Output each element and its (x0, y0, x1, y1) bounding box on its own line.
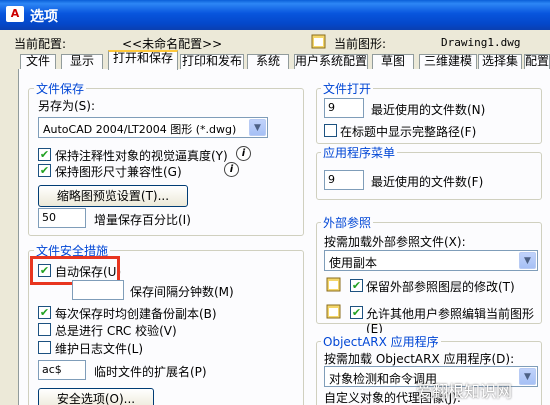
tab-open-save[interactable]: 打开和保存 (108, 50, 178, 70)
incremental-save-input[interactable]: 50 (38, 208, 86, 228)
log-file-checkbox[interactable] (38, 341, 51, 354)
retain-xref-layers-label: 保留外部参照图层的修改(T) (366, 280, 515, 294)
file-save-title: 文件保存 (34, 80, 87, 97)
full-path-label: 在标题中显示完整路径(F) (340, 125, 477, 139)
autosave-minutes-label: 保存间隔分钟数(M) (130, 285, 234, 299)
current-drawing-value: Drawing1.dwg (441, 36, 521, 49)
retain-xref-layers-checkbox[interactable]: ✔ (350, 279, 363, 292)
recent-files-input[interactable]: 9 (324, 98, 364, 118)
save-as-dropdown[interactable]: AutoCAD 2004/LT2004 图形 (*.dwg) ▼ (38, 117, 268, 138)
xref-demand-dropdown[interactable]: 使用副本 ▼ (324, 250, 538, 271)
info-icon[interactable]: i (236, 146, 251, 161)
xref-demand-label: 按需加载外部参照文件(X): (324, 235, 466, 249)
xref-title: 外部参照 (321, 214, 374, 231)
drawing-size-compat-checkbox[interactable]: ✔ (38, 164, 51, 177)
current-profile-label: 当前配置: (14, 37, 67, 51)
objectarx-title: ObjectARX 应用程序 (321, 333, 441, 350)
crc-check-label: 总是进行 CRC 校验(V) (55, 324, 177, 338)
drawing-icon (326, 276, 342, 292)
tab-user-preferences[interactable]: 用户系统配置 (294, 54, 368, 69)
recent-files-label: 最近使用的文件数(N) (371, 103, 486, 117)
drawing-icon (326, 303, 342, 319)
tab-drafting[interactable]: 草图 (372, 54, 414, 69)
allow-refedit-checkbox[interactable]: ✔ (350, 306, 363, 319)
tab-display[interactable]: 显示 (61, 54, 103, 69)
window-title: 选项 (30, 9, 58, 25)
tab-plot-publish[interactable]: 打印和发布 (180, 54, 244, 69)
save-as-label: 另存为(S): (38, 99, 96, 113)
incremental-save-label: 增量保存百分比(I) (94, 213, 191, 227)
app-menu-recent-input[interactable]: 9 (324, 170, 364, 190)
chevron-down-icon: ▼ (519, 252, 536, 269)
annotative-fidelity-checkbox[interactable]: ✔ (38, 148, 51, 161)
tab-selection[interactable]: 选择集 (478, 54, 522, 69)
full-path-checkbox[interactable] (324, 124, 337, 137)
crc-check-checkbox[interactable] (38, 323, 51, 336)
tab-profiles[interactable]: 配置 (524, 54, 550, 69)
backup-copy-checkbox[interactable]: ✔ (38, 306, 51, 319)
info-icon[interactable]: i (224, 162, 239, 177)
temp-extension-label: 临时文件的扩展名(P) (94, 365, 207, 379)
backup-copy-label: 每次保存时均创建备份副本(B) (55, 307, 217, 321)
autosave-minutes-input[interactable] (72, 280, 124, 300)
app-menu-recent-label: 最近使用的文件数(F) (371, 175, 484, 189)
watermark: 爱翻根知识网 (416, 382, 513, 401)
autocad-logo-icon: A (6, 6, 24, 22)
chevron-down-icon: ▼ (249, 119, 266, 136)
objectarx-demand-label: 按需加载 ObjectARX 应用程序(D): (324, 352, 515, 366)
app-menu-title: 应用程序菜单 (321, 144, 398, 161)
drawing-size-compat-label: 保持图形尺寸兼容性(G) (55, 165, 182, 179)
file-open-title: 文件打开 (321, 80, 374, 97)
tab-files[interactable]: 文件 (20, 54, 56, 69)
thumbnail-settings-button[interactable]: 缩略图预览设置(T)... (38, 185, 188, 207)
current-drawing-label: 当前图形: (334, 37, 387, 51)
allow-refedit-label: 允许其他用户参照编辑当前图形(E) (366, 307, 535, 336)
security-options-button[interactable]: 安全选项(O)... (38, 388, 154, 405)
chevron-down-icon: ▼ (519, 368, 536, 385)
tab-3d-modeling[interactable]: 三维建模 (419, 54, 477, 69)
drawing-icon (311, 33, 327, 49)
log-file-label: 维护日志文件(L) (55, 342, 144, 356)
tab-system[interactable]: 系统 (247, 54, 289, 69)
title-bar: A 选项 (0, 0, 550, 30)
temp-extension-input[interactable]: ac$ (38, 360, 86, 380)
annotative-fidelity-label: 保持注释性对象的视觉逼真度(Y) (55, 149, 228, 163)
